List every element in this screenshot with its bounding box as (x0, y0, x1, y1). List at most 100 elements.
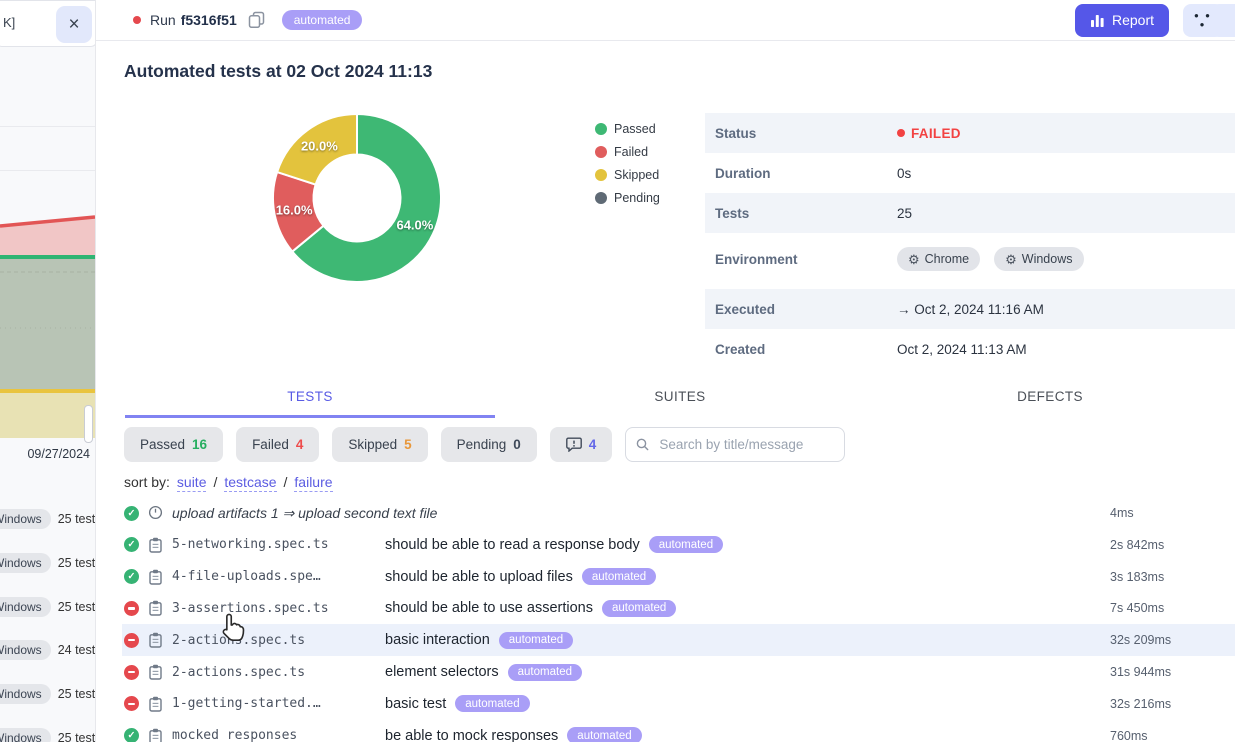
test-title: should be able to use assertionsautomate… (385, 600, 676, 617)
test-duration: 2s 842ms (1110, 538, 1164, 552)
chart-legend: PassedFailedSkippedPending (595, 122, 660, 214)
report-button[interactable]: Report (1075, 4, 1169, 37)
testcase-icon (148, 600, 163, 616)
copy-icon[interactable] (248, 11, 266, 29)
shortcut-text: K] (3, 15, 15, 30)
results-donut-chart: 64.0%16.0%20.0% (262, 103, 452, 293)
legend-dot-icon (595, 192, 607, 204)
test-title-text: should be able to upload files (385, 569, 573, 585)
sort-separator: / (213, 474, 217, 490)
spec-file-name: 2-actions.spec.ts (172, 633, 305, 648)
search-input[interactable] (657, 436, 834, 453)
test-duration: 32s 216ms (1110, 697, 1171, 711)
tab-bar: TESTS SUITES DEFECTS (95, 378, 1235, 418)
filter-count: 5 (404, 437, 412, 452)
donut-label: 16.0% (276, 202, 313, 217)
detail-row-environment: Environment⚙Chrome⚙Windows (705, 233, 1235, 285)
left-shortcut-card: K] × (0, 0, 96, 47)
test-results-list: upload artifacts 1 ⇒ upload second text … (95, 497, 1235, 742)
filter-count: 0 (513, 437, 521, 452)
detail-value: → Oct 2, 2024 11:16 AM (897, 302, 1044, 317)
passed-status-icon (124, 728, 139, 742)
filter-button-skipped[interactable]: Skipped5 (332, 427, 427, 462)
test-result-row[interactable]: 2-actions.spec.tsbasic interactionautoma… (122, 624, 1235, 656)
run-list-item[interactable]: Windows25 tests (0, 596, 96, 618)
run-list-item[interactable]: Windows25 tests (0, 508, 96, 530)
sort-link-suite[interactable]: suite (177, 474, 207, 492)
sort-link-testcase[interactable]: testcase (224, 474, 276, 492)
filter-label: Pending (457, 437, 507, 452)
environment-badge-chrome[interactable]: ⚙Chrome (897, 247, 980, 271)
spec-file-name: 2-actions.spec.ts (172, 665, 305, 680)
test-title-text: element selectors (385, 664, 499, 680)
detail-label: Executed (715, 302, 897, 317)
run-list-item[interactable]: Windows24 tests (0, 639, 96, 661)
tab-suites[interactable]: SUITES (495, 378, 865, 418)
failed-status-icon (124, 633, 139, 648)
filter-button-passed[interactable]: Passed16 (124, 427, 223, 462)
environment-name: Windows (1022, 252, 1073, 266)
detail-value: 25 (897, 206, 912, 221)
donut-label: 64.0% (396, 218, 433, 233)
detail-row-duration: Duration0s (705, 153, 1235, 193)
legend-item-skipped: Skipped (595, 168, 660, 181)
test-title-text: basic test (385, 696, 446, 712)
environment-badge: Windows (0, 509, 51, 529)
run-list-item[interactable]: Windows 25 tests (0, 727, 96, 742)
filter-button-failed[interactable]: Failed4 (236, 427, 319, 462)
test-result-row[interactable]: 3-assertions.spec.ts should be able to us… (122, 592, 1235, 624)
filter-button-pending[interactable]: Pending 0 (441, 427, 537, 462)
test-count-label: 25 tests (58, 731, 96, 742)
testcase-icon (148, 569, 163, 585)
spec-file-name: 3-assertions.spec.ts (172, 601, 329, 616)
sort-bar: sort by:suite/testcase/failure (124, 474, 333, 492)
environment-badge-windows[interactable]: ⚙Windows (994, 247, 1083, 271)
automated-badge: automated (499, 632, 573, 649)
test-result-row[interactable]: 1-getting-started.…basic testautomated32… (122, 688, 1235, 720)
tab-tests[interactable]: TESTS (125, 378, 495, 418)
scrollbar-thumb[interactable] (84, 405, 93, 443)
legend-dot-icon (595, 169, 607, 181)
test-title: basic test automated (385, 695, 530, 712)
testcase-icon (148, 664, 163, 680)
run-list-item[interactable]: Windows25 tests (0, 552, 96, 574)
chart-date-label: 09/27/2024 (27, 447, 90, 461)
test-result-row[interactable]: 4-file-uploads.spe…should be able to upl… (122, 561, 1235, 593)
environment-badge: Windows (0, 728, 51, 742)
test-result-row[interactable]: 5-networking.spec.tsshould be able to re… (122, 529, 1235, 561)
partial-button[interactable] (1211, 4, 1235, 37)
run-list-item[interactable]: Windows25 tests (0, 683, 96, 705)
divider (0, 126, 95, 127)
filter-bar: Passed16 Failed4 Skipped5 Pending 0 4 (124, 427, 845, 462)
legend-dot-icon (595, 123, 607, 135)
environment-badge: Windows (0, 640, 51, 660)
test-result-row[interactable]: 2-actions.spec.ts element selectors automa… (122, 656, 1235, 688)
detail-row-created: CreatedOct 2, 2024 11:13 AM (705, 329, 1235, 369)
automated-badge: automated (455, 695, 529, 712)
filter-button-comments[interactable]: 4 (550, 427, 613, 462)
detail-row-tests: Tests25 (705, 193, 1235, 233)
sort-link-failure[interactable]: failure (294, 474, 332, 492)
legend-label: Pending (614, 191, 660, 205)
detail-value-text: Oct 2, 2024 11:13 AM (897, 342, 1027, 357)
filter-count: 16 (192, 437, 207, 452)
test-duration: 32s 209ms (1110, 633, 1171, 647)
detail-row-executed: Executed→ Oct 2, 2024 11:16 AM (705, 289, 1235, 329)
test-duration: 760ms (1110, 729, 1148, 742)
test-result-row[interactable]: upload artifacts 1 ⇒ upload second text … (122, 497, 1235, 529)
detail-label: Duration (715, 166, 897, 181)
test-title: upload artifacts 1 ⇒ upload second text … (172, 505, 437, 522)
legend-label: Passed (614, 122, 656, 136)
legend-dot-icon (595, 146, 607, 158)
environment-badge: Windows (0, 597, 51, 617)
test-count-label: 25 tests (58, 556, 96, 570)
tab-defects[interactable]: DEFECTS (865, 378, 1235, 418)
automated-badge: automated (582, 568, 656, 585)
test-result-row[interactable]: mocked responsesbe able to mock response… (122, 720, 1235, 742)
automated-badge: automated (508, 664, 582, 681)
detail-value-text: 0s (897, 166, 911, 181)
detail-value: ⚙Chrome ⚙Windows (897, 247, 1092, 271)
filter-label: Failed (252, 437, 289, 452)
close-icon[interactable]: × (56, 6, 92, 43)
test-title-text: upload artifacts 1 ⇒ upload second text … (172, 505, 437, 522)
